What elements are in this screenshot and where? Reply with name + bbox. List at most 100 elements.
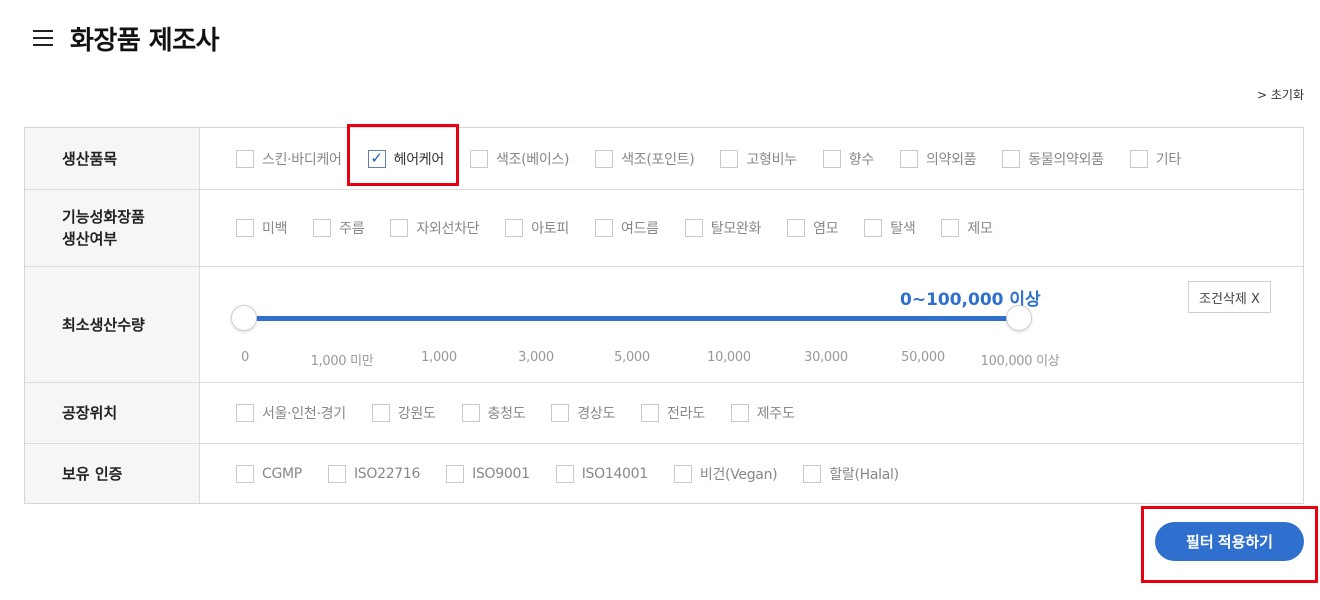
checkbox[interactable] bbox=[595, 149, 614, 168]
checkbox-option[interactable]: 아토피 bbox=[505, 218, 569, 238]
checkbox-option[interactable]: 할랄(Halal) bbox=[803, 464, 899, 484]
option-label: 제주도 bbox=[756, 406, 795, 422]
checkbox[interactable] bbox=[730, 404, 749, 422]
slider-min-handle[interactable] bbox=[231, 305, 257, 331]
checkbox-option[interactable]: ISO9001 bbox=[446, 464, 530, 483]
option-label: 아토피 bbox=[531, 221, 569, 237]
checkbox-option[interactable]: 탈색 bbox=[864, 218, 916, 238]
checkbox[interactable] bbox=[787, 219, 806, 237]
checkbox[interactable] bbox=[864, 219, 883, 237]
checkbox-option[interactable]: 주름 bbox=[313, 218, 365, 238]
row-label: 공장위치 bbox=[25, 383, 200, 443]
checkbox[interactable] bbox=[390, 219, 409, 237]
filter-table: 생산품목 스킨·바디케어 ✓ 헤어케어 색조(베이스) 색조(포인트) 고형비누 향수 의약외… bbox=[24, 127, 1304, 504]
checkbox-checked[interactable]: ✓ bbox=[367, 149, 386, 168]
checkbox-option[interactable]: 제모 bbox=[941, 218, 993, 238]
option-label: 스킨·바디케어 bbox=[262, 151, 342, 168]
checkbox[interactable] bbox=[641, 404, 660, 422]
checkbox-option[interactable]: ✓ 헤어케어 bbox=[367, 149, 445, 169]
checkbox-option[interactable]: 색조(포인트) bbox=[595, 149, 695, 169]
checkbox[interactable] bbox=[461, 404, 480, 422]
checkbox[interactable] bbox=[673, 464, 692, 483]
option-label: ISO9001 bbox=[472, 465, 530, 482]
checkbox-option[interactable]: 제주도 bbox=[730, 403, 795, 423]
checkbox-option[interactable]: 서울·인천·경기 bbox=[236, 403, 346, 423]
checkbox-option[interactable]: 충청도 bbox=[461, 403, 526, 423]
slider-tick-label: 1,000 미만 bbox=[310, 354, 374, 369]
checkbox-option[interactable]: 색조(베이스) bbox=[469, 149, 570, 169]
checkbox[interactable] bbox=[720, 149, 739, 168]
hamburger-menu-icon[interactable] bbox=[33, 30, 53, 46]
checkbox[interactable] bbox=[469, 149, 488, 168]
checkbox[interactable] bbox=[236, 464, 254, 483]
checkbox-option[interactable]: ISO22716 bbox=[327, 464, 421, 483]
option-label: 향수 bbox=[848, 151, 874, 168]
checkbox-option[interactable]: 비건(Vegan) bbox=[673, 464, 778, 484]
checkbox-option[interactable]: 강원도 bbox=[371, 403, 436, 423]
slider-track[interactable] bbox=[245, 316, 1019, 321]
slider-tick-label: 0 bbox=[241, 350, 249, 365]
option-label: 탈색 bbox=[890, 221, 916, 237]
row-label: 최소생산수량 bbox=[25, 267, 200, 382]
checkbox[interactable] bbox=[803, 464, 822, 483]
checkbox[interactable] bbox=[1002, 149, 1021, 168]
option-label: 충청도 bbox=[487, 406, 526, 422]
checkbox[interactable] bbox=[236, 219, 254, 237]
slider-max-handle[interactable] bbox=[1006, 305, 1032, 331]
option-label: 여드름 bbox=[621, 221, 659, 237]
checkbox[interactable] bbox=[899, 149, 918, 168]
row-label: 기능성화장품 생산여부 bbox=[25, 190, 200, 266]
option-label: 비건(Vegan) bbox=[699, 466, 778, 483]
checkbox[interactable] bbox=[1129, 149, 1148, 168]
checkbox-option[interactable]: 기타 bbox=[1129, 149, 1181, 169]
checkbox[interactable] bbox=[941, 219, 960, 237]
checkbox[interactable] bbox=[551, 404, 570, 422]
option-label: CGMP bbox=[262, 465, 302, 482]
option-label: 고형비누 bbox=[746, 151, 797, 168]
apply-filter-button[interactable]: 필터 적용하기 bbox=[1155, 522, 1304, 561]
checkmark-icon: ✓ bbox=[370, 149, 383, 167]
option-label: 탈모완화 bbox=[710, 221, 762, 237]
checkbox[interactable] bbox=[684, 219, 703, 237]
checkbox[interactable] bbox=[313, 219, 332, 237]
checkbox-option[interactable]: 자외선차단 bbox=[390, 218, 480, 238]
checkbox[interactable] bbox=[371, 404, 390, 422]
checkbox[interactable] bbox=[236, 149, 254, 168]
option-label: 전라도 bbox=[667, 406, 705, 422]
checkbox-option[interactable]: 동물의약외품 bbox=[1002, 149, 1104, 169]
checkbox[interactable] bbox=[822, 149, 841, 168]
option-label: 색조(베이스) bbox=[495, 151, 570, 168]
factory-options: 서울·인천·경기 강원도 충청도 경상도 전라도 제주도 bbox=[200, 383, 1303, 443]
checkbox[interactable] bbox=[505, 219, 524, 237]
filter-row-certification: 보유 인증 CGMP ISO22716 ISO9001 ISO14001 비건(Vega… bbox=[25, 443, 1303, 503]
slider-tick-label: 30,000 bbox=[804, 350, 848, 365]
option-label: ISO22716 bbox=[353, 465, 421, 482]
checkbox-option[interactable]: 고형비누 bbox=[720, 149, 797, 169]
checkbox-option[interactable]: 탈모완화 bbox=[684, 218, 762, 238]
row-label: 보유 인증 bbox=[25, 444, 200, 503]
slider-tick-label: 100,000 이상 bbox=[980, 354, 1060, 369]
reset-link[interactable]: > 초기화 bbox=[1257, 86, 1304, 103]
clear-condition-button[interactable]: 조건삭제 X bbox=[1188, 281, 1271, 313]
checkbox-option[interactable]: 염모 bbox=[787, 218, 839, 238]
checkbox-option[interactable]: 향수 bbox=[822, 149, 874, 169]
checkbox[interactable] bbox=[327, 464, 346, 483]
checkbox[interactable] bbox=[555, 464, 574, 483]
checkbox[interactable] bbox=[595, 219, 613, 237]
page-header: 화장품 제조사 bbox=[33, 20, 220, 56]
checkbox-option[interactable]: CGMP bbox=[236, 464, 302, 483]
checkbox-option[interactable]: 스킨·바디케어 bbox=[236, 149, 342, 169]
checkbox-option[interactable]: 전라도 bbox=[641, 403, 705, 423]
checkbox[interactable] bbox=[446, 464, 465, 483]
checkbox-option[interactable]: 경상도 bbox=[551, 403, 615, 423]
checkbox-option[interactable]: 의약외품 bbox=[899, 149, 977, 169]
checkbox-option[interactable]: 미백 bbox=[236, 218, 287, 238]
slider-ticks: 0 1,000 미만 1,000 3,000 5,000 10,000 30,000 50,0… bbox=[200, 350, 1303, 370]
option-label: 기타 bbox=[1155, 151, 1181, 168]
checkbox-option[interactable]: 여드름 bbox=[595, 218, 659, 238]
quantity-slider-area: 0~100,000 이상 조건삭제 X 0 1,000 미만 1,000 3,000 5… bbox=[200, 267, 1303, 382]
option-label: 헤어케어 bbox=[393, 151, 445, 168]
checkbox-option[interactable]: ISO14001 bbox=[555, 464, 648, 483]
checkbox[interactable] bbox=[236, 404, 254, 422]
option-label: 서울·인천·경기 bbox=[262, 406, 346, 422]
